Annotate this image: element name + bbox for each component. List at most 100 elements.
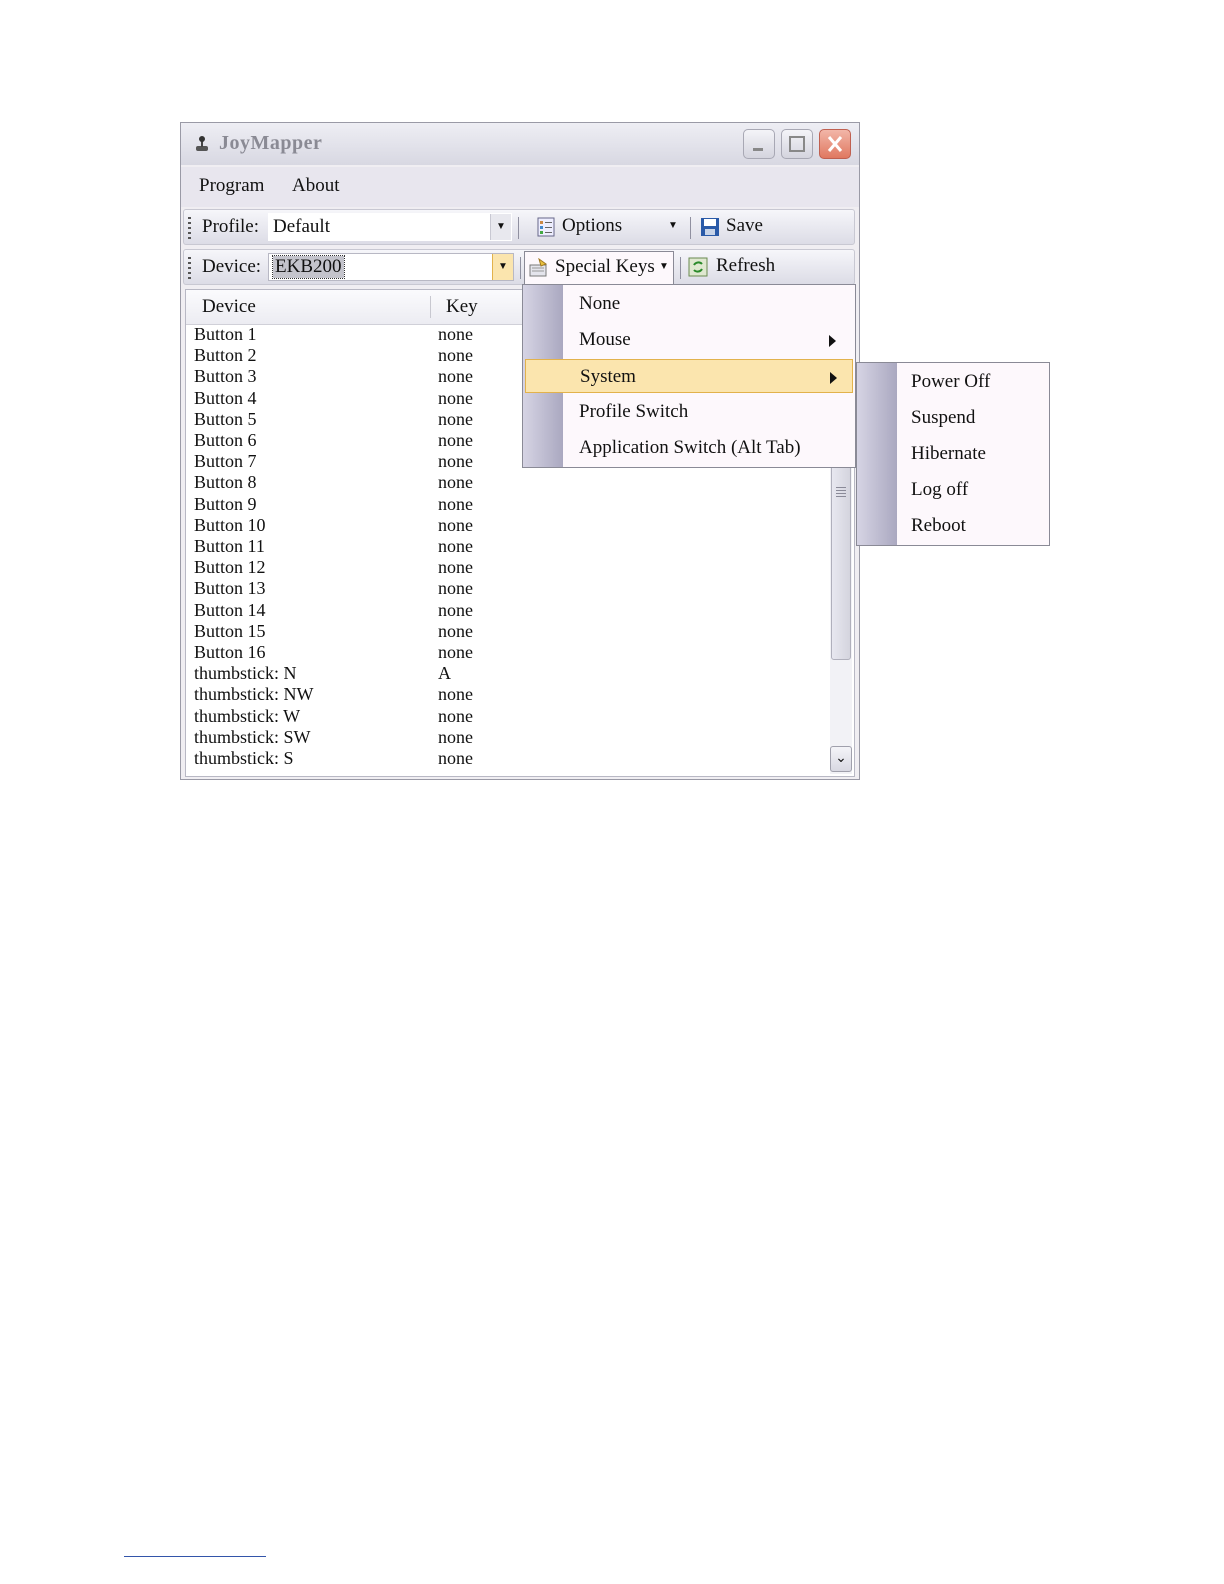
- grip-icon: [836, 487, 846, 497]
- table-row[interactable]: thumbstick: W none: [186, 706, 826, 727]
- close-button[interactable]: [819, 129, 851, 159]
- options-dropdown-icon[interactable]: ▼: [668, 220, 678, 231]
- options-icon: [537, 217, 555, 237]
- table-row[interactable]: Button 12 none: [186, 557, 826, 578]
- special-keys-item-none[interactable]: None: [525, 287, 853, 321]
- row-key-cell: none: [438, 345, 473, 366]
- system-item-hibernate[interactable]: Hibernate: [859, 437, 1047, 471]
- system-item-log-off[interactable]: Log off: [859, 473, 1047, 507]
- table-row[interactable]: thumbstick: N A: [186, 663, 826, 684]
- column-divider[interactable]: [430, 296, 431, 318]
- row-key-cell: none: [438, 642, 473, 662]
- row-key-cell: none: [438, 472, 473, 493]
- joystick-icon: [196, 136, 208, 151]
- toolbar-grip[interactable]: [188, 217, 191, 239]
- row-device-cell: Button 10: [194, 514, 266, 535]
- menu-item-label: Log off: [911, 479, 969, 500]
- table-row[interactable]: Button 16 none: [186, 642, 826, 663]
- title-bar[interactable]: JoyMapper: [181, 123, 859, 165]
- column-header-key[interactable]: Key: [446, 290, 478, 324]
- row-key-cell: none: [438, 536, 473, 556]
- row-key-cell: none: [438, 408, 473, 429]
- special-keys-icon: [529, 258, 548, 277]
- toolbar-separator: [520, 257, 521, 279]
- row-device-cell: Button 9: [194, 493, 257, 514]
- row-key-cell: none: [438, 578, 473, 599]
- window-title: JoyMapper: [219, 132, 323, 154]
- table-row[interactable]: Button 10 none: [186, 515, 826, 536]
- menu-item-label: Reboot: [911, 515, 966, 536]
- row-device-cell: Button 6: [194, 430, 257, 450]
- save-icon: [701, 218, 719, 236]
- table-row[interactable]: Button 13 none: [186, 578, 826, 599]
- device-toolbar: Device: EKB200 ▼ Special Keys ▼ Refresh: [183, 249, 855, 285]
- toolbar-grip[interactable]: [188, 257, 191, 279]
- table-row[interactable]: Button 9 none: [186, 494, 826, 515]
- row-device-cell: thumbstick: N: [194, 663, 297, 684]
- profile-value: Default: [273, 216, 330, 237]
- device-label: Device:: [202, 256, 262, 277]
- submenu-arrow-icon: [830, 372, 837, 384]
- row-device-cell: thumbstick: NW: [194, 684, 314, 705]
- options-button[interactable]: Options: [562, 215, 622, 237]
- menu-item-label: Hibernate: [911, 443, 986, 464]
- special-keys-item-application-switch-alt-tab[interactable]: Application Switch (Alt Tab): [525, 431, 853, 465]
- scroll-down-button[interactable]: ⌄: [830, 746, 852, 772]
- system-item-suspend[interactable]: Suspend: [859, 401, 1047, 435]
- chevron-down-icon[interactable]: ▼: [490, 214, 511, 240]
- special-keys-button[interactable]: Special Keys ▼: [524, 251, 674, 285]
- refresh-button[interactable]: Refresh: [716, 255, 775, 277]
- special-keys-item-profile-switch[interactable]: Profile Switch: [525, 395, 853, 429]
- row-key-cell: none: [438, 620, 473, 641]
- row-device-cell: Button 7: [194, 451, 257, 472]
- menu-item-label: Profile Switch: [579, 401, 689, 422]
- row-key-cell: none: [438, 493, 473, 514]
- table-row[interactable]: Button 8 none: [186, 472, 826, 493]
- system-item-reboot[interactable]: Reboot: [859, 509, 1047, 543]
- menu-item-label: Suspend: [911, 407, 976, 428]
- profile-select[interactable]: Default ▼: [268, 213, 512, 241]
- device-value: EKB200: [272, 255, 345, 279]
- row-device-cell: thumbstick: S: [194, 748, 294, 768]
- row-key-cell: none: [438, 684, 473, 705]
- table-row[interactable]: thumbstick: NW none: [186, 684, 826, 705]
- chevron-down-icon: ▼: [659, 261, 669, 272]
- maximize-icon: [789, 136, 805, 152]
- refresh-icon: [688, 257, 708, 277]
- row-key-cell: none: [438, 557, 473, 578]
- menu-bar: Program About: [181, 167, 859, 207]
- toolbar-separator: [680, 257, 681, 279]
- row-key-cell: none: [438, 705, 473, 726]
- row-device-cell: Button 13: [194, 578, 266, 599]
- row-key-cell: none: [438, 599, 473, 620]
- table-row[interactable]: Button 15 none: [186, 621, 826, 642]
- special-keys-item-system[interactable]: System: [525, 359, 853, 393]
- row-device-cell: thumbstick: W: [194, 705, 301, 726]
- menu-program[interactable]: Program: [199, 175, 264, 197]
- maximize-button[interactable]: [781, 129, 813, 159]
- close-icon: [827, 136, 843, 152]
- row-device-cell: thumbstick: SW: [194, 726, 311, 747]
- row-device-cell: Button 16: [194, 642, 266, 662]
- minimize-button[interactable]: [743, 129, 775, 159]
- special-keys-item-mouse[interactable]: Mouse: [525, 323, 853, 357]
- row-device-cell: Button 5: [194, 408, 257, 429]
- table-row[interactable]: thumbstick: SW none: [186, 727, 826, 748]
- profile-label: Profile:: [202, 216, 259, 237]
- row-device-cell: Button 3: [194, 366, 257, 387]
- table-row[interactable]: thumbstick: S none: [186, 748, 826, 769]
- column-header-device[interactable]: Device: [202, 290, 256, 324]
- save-button[interactable]: Save: [726, 215, 763, 237]
- row-key-cell: none: [438, 726, 473, 747]
- table-row[interactable]: Button 14 none: [186, 600, 826, 621]
- row-device-cell: Button 15: [194, 620, 266, 641]
- row-key-cell: none: [438, 748, 473, 768]
- device-select[interactable]: EKB200 ▼: [268, 253, 514, 281]
- menu-about[interactable]: About: [292, 175, 340, 197]
- table-row[interactable]: Button 11 none: [186, 536, 826, 557]
- system-item-power-off[interactable]: Power Off: [859, 365, 1047, 399]
- chevron-down-icon[interactable]: ▼: [492, 254, 513, 280]
- row-device-cell: Button 11: [194, 536, 265, 556]
- toolbar-separator: [690, 217, 691, 239]
- menu-item-label: Application Switch (Alt Tab): [579, 437, 801, 458]
